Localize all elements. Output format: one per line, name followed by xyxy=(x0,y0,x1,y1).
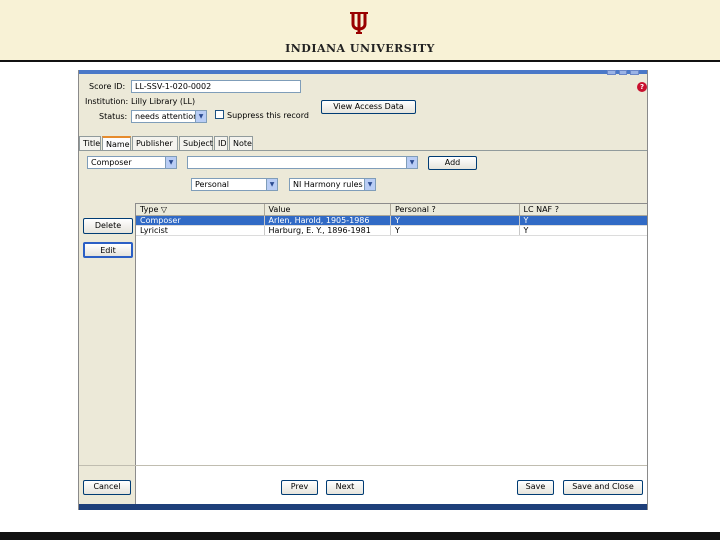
name-type-select[interactable]: Personal ▼ xyxy=(191,178,278,191)
app-window: Score ID: LL-SSV-1-020-0002 ? Institutio… xyxy=(78,70,648,510)
name-select[interactable]: ▼ xyxy=(187,156,418,169)
slide-footer-bar xyxy=(0,532,720,540)
help-icon[interactable]: ? xyxy=(637,82,647,92)
tab-publisher[interactable]: Publisher xyxy=(132,136,178,150)
institution-label: Institution: xyxy=(85,97,129,106)
suppress-label: Suppress this record xyxy=(227,111,309,120)
chevron-down-icon: ▼ xyxy=(165,157,176,168)
column-header-lc-naf[interactable]: LC NAF ? xyxy=(520,204,648,215)
status-select-value: needs attention xyxy=(135,112,199,121)
status-select[interactable]: needs attention ▼ xyxy=(131,110,207,123)
rules-select[interactable]: NI Harmony rules ▼ xyxy=(289,178,376,191)
window-controls xyxy=(607,70,640,75)
window-title-strip xyxy=(79,70,647,74)
role-select[interactable]: Composer ▼ xyxy=(87,156,177,169)
tab-id[interactable]: ID xyxy=(214,136,228,150)
role-select-value: Composer xyxy=(91,158,132,167)
cell-personal: Y xyxy=(391,216,520,225)
table-header: Type ▽ Value Personal ? LC NAF ? xyxy=(136,204,648,216)
maximize-button[interactable] xyxy=(618,70,628,75)
university-name: INDIANA UNIVERSITY xyxy=(285,42,435,55)
cell-type: Composer xyxy=(136,216,265,225)
chevron-down-icon: ▼ xyxy=(266,179,277,190)
minimize-button[interactable] xyxy=(607,70,616,75)
edit-button[interactable]: Edit xyxy=(83,242,133,258)
tab-body-divider xyxy=(79,150,647,151)
score-id-field[interactable]: LL-SSV-1-020-0002 xyxy=(131,80,301,93)
save-and-close-button[interactable]: Save and Close xyxy=(563,480,643,495)
cell-personal: Y xyxy=(391,226,520,235)
view-access-data-button[interactable]: View Access Data xyxy=(321,100,416,114)
rules-select-value: NI Harmony rules xyxy=(293,180,363,189)
chevron-down-icon: ▼ xyxy=(195,111,206,122)
close-window-button[interactable] xyxy=(630,70,640,75)
page: INDIANA UNIVERSITY Score ID: LL-SSV-1-02… xyxy=(0,0,720,540)
chevron-down-icon: ▼ xyxy=(406,157,417,168)
save-button[interactable]: Save xyxy=(517,480,554,495)
table-row[interactable]: Lyricist Harburg, E. Y., 1896-1981 Y Y xyxy=(136,226,647,236)
cell-type: Lyricist xyxy=(136,226,265,235)
cell-lc-naf: Y xyxy=(523,216,529,225)
score-id-label: Score ID: xyxy=(89,82,126,91)
tab-name[interactable]: Name xyxy=(102,136,131,150)
column-header-personal[interactable]: Personal ? xyxy=(391,204,520,215)
add-button[interactable]: Add xyxy=(428,156,477,170)
tab-bar: Title Name Publisher Subject ID Note xyxy=(79,136,254,150)
tab-title[interactable]: Title xyxy=(79,136,101,150)
column-header-type[interactable]: Type ▽ xyxy=(136,204,265,215)
institution-value: Lilly Library (LL) xyxy=(131,97,196,106)
next-button[interactable]: Next xyxy=(326,480,364,495)
iu-banner: INDIANA UNIVERSITY xyxy=(0,0,720,62)
chevron-down-icon: ▼ xyxy=(364,179,375,190)
suppress-checkbox[interactable] xyxy=(215,110,224,119)
cell-value: Arlen, Harold, 1905-1986 xyxy=(265,216,391,225)
names-table: Type ▽ Value Personal ? LC NAF ? Compose… xyxy=(135,203,648,510)
tab-subject[interactable]: Subject xyxy=(179,136,213,150)
status-label: Status: xyxy=(99,112,128,121)
column-header-value[interactable]: Value xyxy=(265,204,391,215)
name-type-value: Personal xyxy=(195,180,230,189)
prev-button[interactable]: Prev xyxy=(281,480,318,495)
iu-trident-icon xyxy=(350,12,368,34)
cell-value: Harburg, E. Y., 1896-1981 xyxy=(265,226,391,235)
delete-button[interactable]: Delete xyxy=(83,218,133,234)
cell-lc-naf: Y xyxy=(523,226,529,235)
tab-note[interactable]: Note xyxy=(229,136,253,150)
taskbar-strip xyxy=(79,504,647,510)
table-row[interactable]: Composer Arlen, Harold, 1905-1986 Y Y xyxy=(136,216,647,226)
cancel-button[interactable]: Cancel xyxy=(83,480,131,495)
footer-divider xyxy=(79,465,647,466)
